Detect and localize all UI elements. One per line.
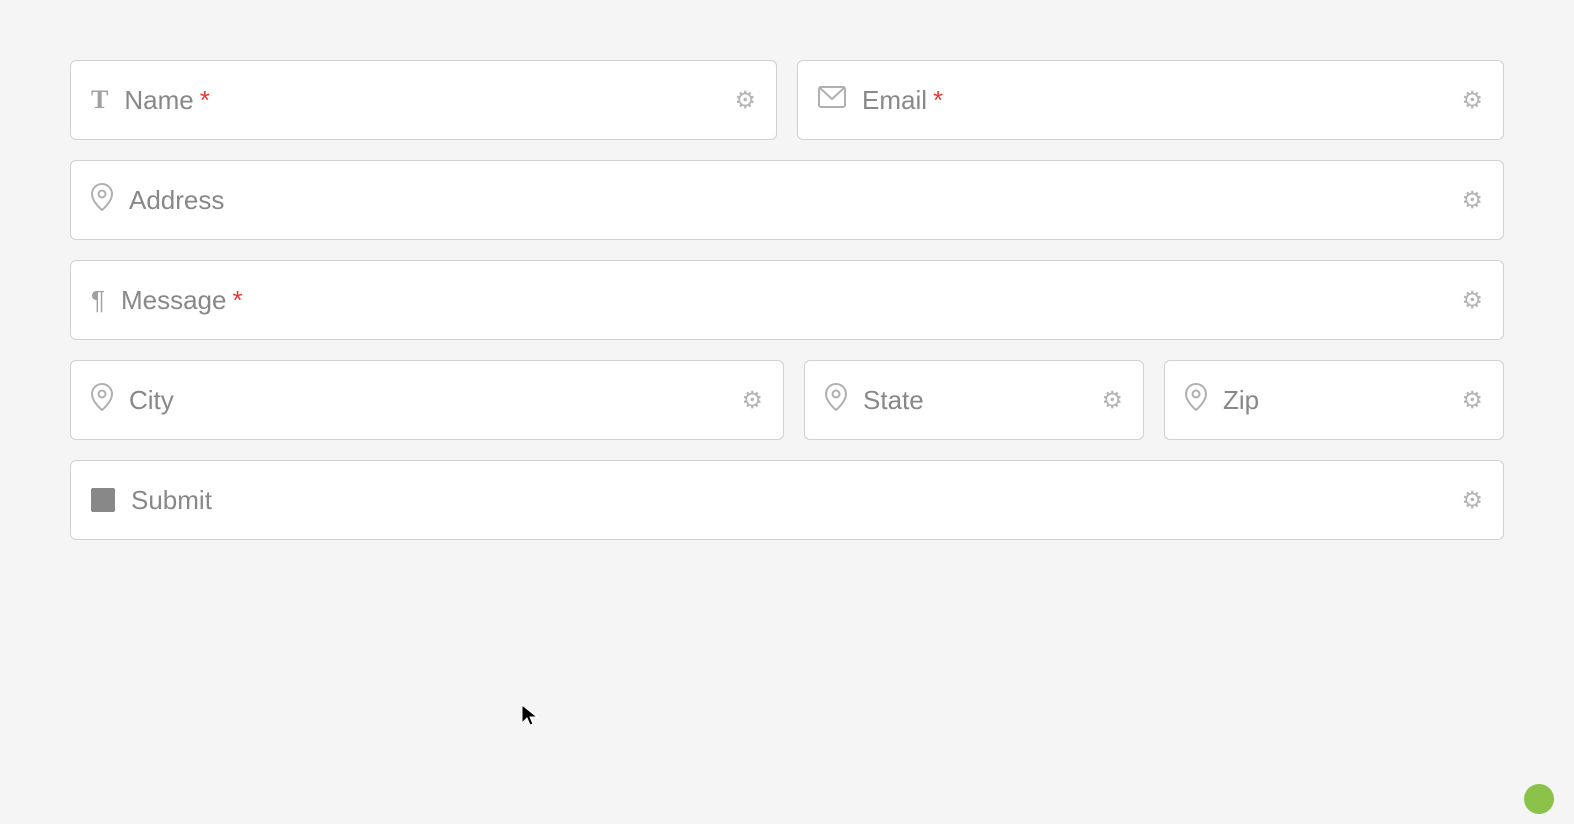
- city-gear-icon[interactable]: ⚙: [741, 386, 763, 415]
- email-gear-icon[interactable]: ⚙: [1461, 86, 1483, 115]
- paragraph-icon: ¶: [91, 285, 105, 316]
- submit-label: Submit: [131, 485, 1461, 516]
- city-location-icon: [91, 383, 113, 417]
- address-gear-icon[interactable]: ⚙: [1461, 186, 1483, 215]
- zip-gear-icon[interactable]: ⚙: [1461, 386, 1483, 415]
- zip-location-icon: [1185, 383, 1207, 417]
- zip-field[interactable]: Zip ⚙: [1164, 360, 1504, 440]
- text-icon: T: [91, 85, 108, 115]
- form-builder: T Name* ⚙ Email* ⚙: [0, 0, 1574, 600]
- state-field[interactable]: State ⚙: [804, 360, 1144, 440]
- name-required: *: [200, 85, 210, 115]
- button-icon: [91, 488, 115, 512]
- row-name-email: T Name* ⚙ Email* ⚙: [70, 60, 1504, 140]
- name-field[interactable]: T Name* ⚙: [70, 60, 777, 140]
- submit-field[interactable]: Submit ⚙: [70, 460, 1504, 540]
- email-required: *: [933, 85, 943, 115]
- row-submit: Submit ⚙: [70, 460, 1504, 540]
- message-required: *: [232, 285, 242, 315]
- status-indicator: [1524, 784, 1554, 814]
- state-label: State: [863, 385, 1101, 416]
- city-label: City: [129, 385, 741, 416]
- email-field[interactable]: Email* ⚙: [797, 60, 1504, 140]
- submit-gear-icon[interactable]: ⚙: [1461, 486, 1483, 515]
- email-label: Email*: [862, 85, 1461, 116]
- message-label: Message*: [121, 285, 1462, 316]
- message-gear-icon[interactable]: ⚙: [1461, 286, 1483, 315]
- row-city-state-zip: City ⚙ State ⚙ Zip ⚙: [70, 360, 1504, 440]
- address-field[interactable]: Address ⚙: [70, 160, 1504, 240]
- message-field[interactable]: ¶ Message* ⚙: [70, 260, 1504, 340]
- name-gear-icon[interactable]: ⚙: [734, 86, 756, 115]
- row-message: ¶ Message* ⚙: [70, 260, 1504, 340]
- email-icon: [818, 86, 846, 114]
- state-gear-icon[interactable]: ⚙: [1101, 386, 1123, 415]
- address-label: Address: [129, 185, 1461, 216]
- city-field[interactable]: City ⚙: [70, 360, 784, 440]
- address-location-icon: [91, 183, 113, 217]
- name-label: Name*: [124, 85, 734, 116]
- state-location-icon: [825, 383, 847, 417]
- row-address: Address ⚙: [70, 160, 1504, 240]
- cursor: [520, 703, 540, 734]
- zip-label: Zip: [1223, 385, 1461, 416]
